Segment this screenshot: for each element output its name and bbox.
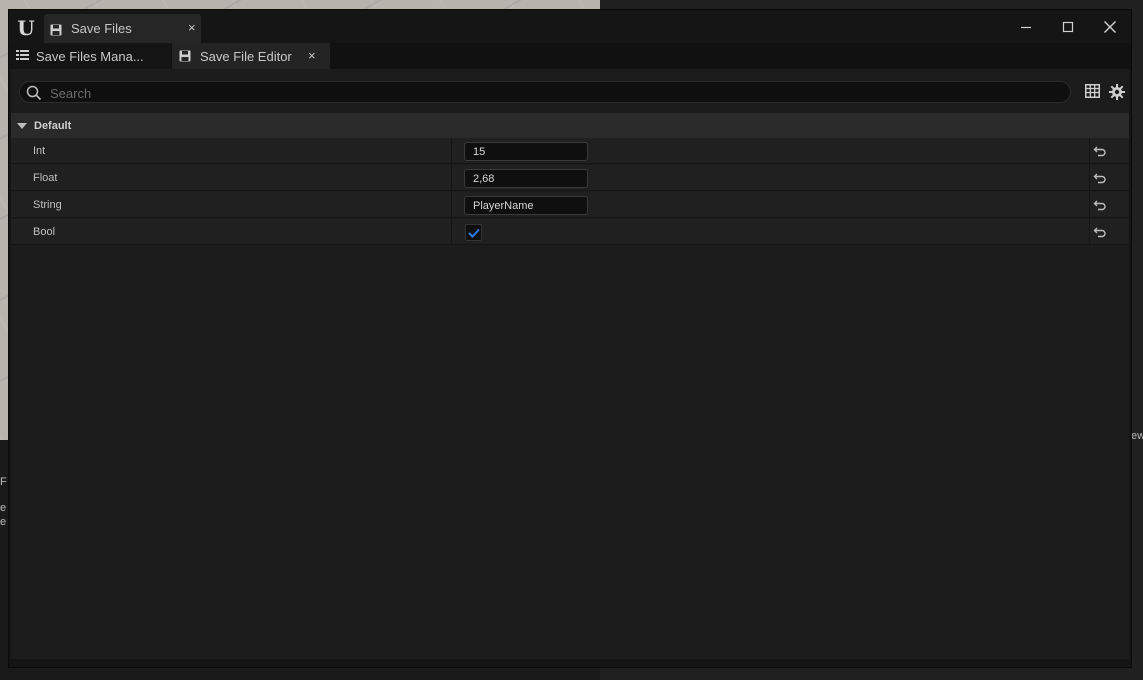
window-title: Save Files xyxy=(71,21,132,36)
string-value-field[interactable] xyxy=(464,196,588,215)
title-bar[interactable]: U Save Files × xyxy=(9,10,1131,43)
property-row-string: String xyxy=(11,192,1129,218)
checkmark-icon xyxy=(467,228,480,238)
reset-to-default-icon[interactable] xyxy=(1093,198,1107,212)
maximize-icon xyxy=(1062,21,1074,32)
floppy-disk-icon xyxy=(179,50,191,62)
window-tab-save-files[interactable]: Save Files × xyxy=(44,14,201,43)
save-files-window: U Save Files × Save Files Mana... Save F… xyxy=(8,9,1132,668)
property-row-int: Int xyxy=(11,138,1129,164)
bool-checkbox[interactable] xyxy=(465,224,482,241)
property-name: Int xyxy=(33,145,46,157)
category-header-default[interactable]: Default xyxy=(11,113,1129,138)
close-button[interactable] xyxy=(1089,10,1131,43)
int-value-field[interactable] xyxy=(464,142,588,161)
property-row-float: Float xyxy=(11,165,1129,191)
reset-to-default-icon[interactable] xyxy=(1093,171,1107,185)
close-icon xyxy=(1104,20,1116,33)
category-label: Default xyxy=(34,119,72,132)
tab-label: Save Files Mana... xyxy=(36,48,144,64)
column-divider xyxy=(1089,219,1090,245)
column-divider[interactable] xyxy=(451,165,452,191)
reset-to-default-icon[interactable] xyxy=(1093,144,1107,158)
window-controls xyxy=(1005,10,1131,43)
search-input[interactable] xyxy=(48,83,1052,103)
search-box[interactable] xyxy=(19,81,1071,103)
tab-label: Save File Editor xyxy=(200,48,292,64)
unreal-logo-icon: U xyxy=(17,16,35,40)
close-tab-button[interactable]: × xyxy=(308,48,316,63)
column-divider xyxy=(1089,165,1090,191)
property-row-bool: Bool xyxy=(11,219,1129,245)
floppy-disk-icon xyxy=(50,23,62,35)
close-tab-button[interactable]: × xyxy=(188,20,196,35)
tab-save-file-editor[interactable]: Save File Editor × xyxy=(172,43,330,69)
minimize-button[interactable] xyxy=(1005,10,1047,43)
maximize-button[interactable] xyxy=(1047,10,1089,43)
column-divider[interactable] xyxy=(451,192,452,218)
minimize-icon xyxy=(1021,26,1031,28)
float-value-field[interactable] xyxy=(464,169,588,188)
list-icon xyxy=(16,49,29,64)
reset-to-default-icon[interactable] xyxy=(1093,225,1107,239)
tab-save-files-manager[interactable]: Save Files Mana... xyxy=(9,43,171,69)
background-text: e xyxy=(0,516,7,528)
column-divider xyxy=(1089,192,1090,218)
background-text: ew xyxy=(1131,430,1143,442)
background-text: F xyxy=(0,476,7,488)
property-name: Float xyxy=(33,172,58,184)
property-name: Bool xyxy=(33,226,56,238)
table-view-icon[interactable] xyxy=(1085,84,1101,100)
column-divider[interactable] xyxy=(451,138,452,164)
details-panel: Default Int Float String Bool xyxy=(11,69,1129,659)
background-text: e xyxy=(0,502,7,514)
settings-gear-icon[interactable] xyxy=(1109,84,1125,100)
chevron-down-icon xyxy=(17,122,27,129)
search-row xyxy=(11,69,1129,113)
property-name: String xyxy=(33,199,62,211)
search-icon xyxy=(26,85,42,101)
column-divider[interactable] xyxy=(451,219,452,245)
column-divider xyxy=(1089,138,1090,164)
tab-bar: Save Files Mana... Save File Editor × xyxy=(9,43,1131,69)
